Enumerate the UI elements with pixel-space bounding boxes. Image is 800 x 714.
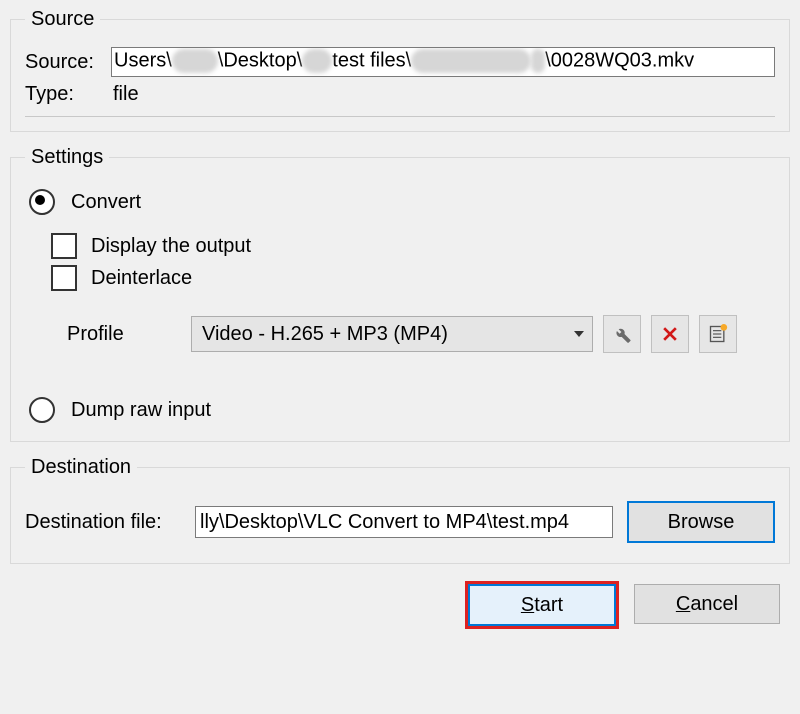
source-label: Source: bbox=[25, 51, 111, 74]
profile-value: Video - H.265 + MP3 (MP4) bbox=[202, 323, 448, 346]
dialog-button-row: Start Cancel bbox=[10, 578, 790, 626]
convert-radio-row[interactable]: Convert bbox=[29, 189, 775, 215]
edit-profile-button[interactable] bbox=[603, 315, 641, 353]
destination-file-input[interactable]: lly\Desktop\VLC Convert to MP4\test.mp4 bbox=[195, 506, 613, 538]
x-icon bbox=[660, 324, 680, 344]
destination-legend: Destination bbox=[25, 456, 137, 479]
new-profile-button[interactable] bbox=[699, 315, 737, 353]
destination-file-label: Destination file: bbox=[25, 511, 195, 534]
source-path-row: Source: Users\\Desktop\test files\\0028W… bbox=[25, 47, 775, 77]
browse-button[interactable]: Browse bbox=[627, 501, 775, 543]
profile-label: Profile bbox=[67, 323, 191, 346]
dump-radio[interactable] bbox=[29, 397, 55, 423]
cancel-button[interactable]: Cancel bbox=[634, 584, 780, 624]
deinterlace-checkbox[interactable] bbox=[51, 265, 77, 291]
display-output-label: Display the output bbox=[91, 235, 251, 258]
delete-profile-button[interactable] bbox=[651, 315, 689, 353]
settings-legend: Settings bbox=[25, 146, 109, 169]
destination-row: Destination file: lly\Desktop\VLC Conver… bbox=[25, 501, 775, 543]
dump-radio-row[interactable]: Dump raw input bbox=[29, 397, 775, 423]
new-list-icon bbox=[708, 324, 728, 344]
deinterlace-label: Deinterlace bbox=[91, 267, 192, 290]
deinterlace-row[interactable]: Deinterlace bbox=[51, 265, 775, 291]
settings-group: Settings Convert Display the output Dein… bbox=[10, 146, 790, 442]
wrench-icon bbox=[612, 324, 632, 344]
type-value: file bbox=[111, 83, 139, 106]
source-legend: Source bbox=[25, 8, 100, 31]
source-path-field[interactable]: Users\\Desktop\test files\\0028WQ03.mkv bbox=[111, 47, 775, 77]
display-output-row[interactable]: Display the output bbox=[51, 233, 775, 259]
convert-radio[interactable] bbox=[29, 189, 55, 215]
start-button[interactable]: Start bbox=[468, 584, 616, 626]
source-group: Source Source: Users\\Desktop\test files… bbox=[10, 8, 790, 132]
source-divider bbox=[25, 116, 775, 117]
source-type-row: Type: file bbox=[25, 83, 775, 106]
dump-label: Dump raw input bbox=[71, 399, 211, 422]
profile-combobox[interactable]: Video - H.265 + MP3 (MP4) bbox=[191, 316, 593, 352]
display-output-checkbox[interactable] bbox=[51, 233, 77, 259]
profile-row: Profile Video - H.265 + MP3 (MP4) bbox=[67, 315, 775, 353]
source-path-text: Users\\Desktop\test files\\0028WQ03.mkv bbox=[112, 48, 696, 74]
convert-label: Convert bbox=[71, 191, 141, 214]
chevron-down-icon bbox=[574, 331, 584, 337]
type-label: Type: bbox=[25, 83, 111, 106]
destination-group: Destination Destination file: lly\Deskto… bbox=[10, 456, 790, 564]
